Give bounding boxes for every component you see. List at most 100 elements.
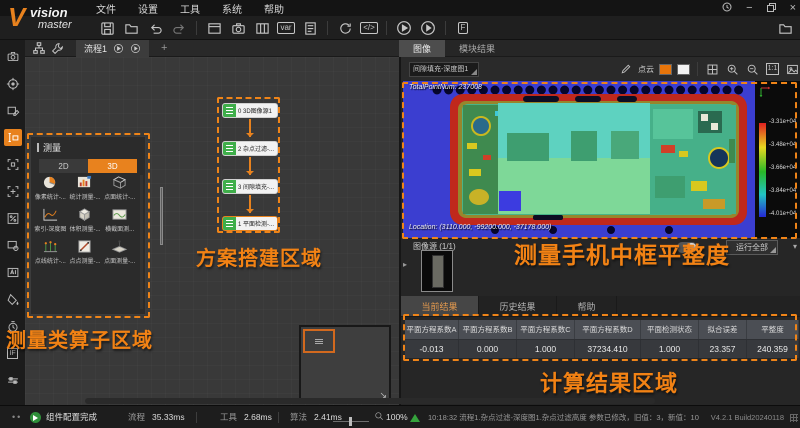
zoom-in-icon[interactable] xyxy=(725,62,740,77)
col-fit-error: 拟合误差 xyxy=(699,320,747,339)
run-all-button[interactable]: 运行全部 xyxy=(726,240,778,255)
page-icon[interactable] xyxy=(301,20,319,36)
node-gap-fill[interactable]: 3 间隙填充-... xyxy=(222,179,278,194)
flow-run-loop-icon[interactable] xyxy=(130,43,141,54)
new-window-icon[interactable] xyxy=(205,20,223,36)
table-data-row[interactable]: -0.013 0.000 1.000 37234.410 1.000 23.35… xyxy=(405,339,799,358)
color-swatch-orange[interactable] xyxy=(659,64,672,75)
one-to-one-icon[interactable]: 1:1 xyxy=(765,62,780,77)
flow-run-icon[interactable] xyxy=(113,43,124,54)
minimap-viewport[interactable] xyxy=(303,329,335,353)
transform-icon[interactable] xyxy=(4,183,22,200)
operator-point-plane-measure[interactable]: 点面测量-... xyxy=(102,239,137,265)
menu-file[interactable]: 文件 xyxy=(96,1,116,16)
minimap[interactable]: ↘ xyxy=(299,325,391,403)
tab-3d[interactable]: 3D xyxy=(88,159,137,173)
run-icon[interactable] xyxy=(395,20,413,36)
locate-focus-icon[interactable] xyxy=(4,156,22,173)
measure-tool-icon[interactable] xyxy=(4,129,22,146)
hierarchy-icon[interactable] xyxy=(30,40,48,56)
menu-tools[interactable]: 工具 xyxy=(180,1,200,16)
node-noise-filter[interactable]: 2 杂点过滤-... xyxy=(222,141,278,156)
timer-icon[interactable] xyxy=(4,318,22,335)
menu-help[interactable]: 帮助 xyxy=(264,1,284,16)
restore-button[interactable] xyxy=(767,0,776,17)
status-dots[interactable]: •• xyxy=(12,412,22,422)
color-fill-icon[interactable] xyxy=(4,291,22,308)
source-thumbnail[interactable] xyxy=(421,250,453,292)
colorbar-label: -3.31e+04 xyxy=(769,119,796,125)
image-source-select[interactable]: 间隙填充-深度图1 xyxy=(409,62,479,77)
node-icon xyxy=(223,216,236,231)
undo-icon[interactable] xyxy=(146,20,164,36)
zoom-slider[interactable] xyxy=(333,421,369,422)
continuous-run-toggle[interactable] xyxy=(677,242,697,253)
flow-tab-bar: 流程1 + xyxy=(25,40,399,57)
operator-cross-section[interactable]: 横截面测... xyxy=(102,207,137,233)
save-icon[interactable] xyxy=(98,20,116,36)
flow-canvas[interactable]: 测量 2D 3D 像素统计-... 统计测量-... 点面统计-... xyxy=(25,57,399,405)
operator-point-surface-stats[interactable]: 点面统计-... xyxy=(102,175,137,201)
variable-icon[interactable]: var xyxy=(277,20,295,36)
tab-2d[interactable]: 2D xyxy=(39,159,88,173)
folder-right-icon[interactable] xyxy=(776,20,794,36)
depth-image-view[interactable]: -3.31e+04 -3.48e+04 -3.66e+04 -3.84e+04 … xyxy=(403,81,800,238)
toolbar-separator xyxy=(445,21,446,35)
pie-chart-icon xyxy=(42,175,59,190)
tab-module-result[interactable]: 模块结果 xyxy=(445,40,509,57)
menu-settings[interactable]: 设置 xyxy=(138,1,158,16)
image-edit-icon[interactable] xyxy=(4,102,22,119)
toolbar-separator xyxy=(196,21,197,35)
redo-icon[interactable] xyxy=(170,20,188,36)
communication-icon[interactable] xyxy=(4,372,22,389)
zoom-magnifier-icon[interactable] xyxy=(374,411,384,423)
camera-tool-icon[interactable] xyxy=(4,48,22,65)
image-source-row: ▸ 图像源 (1/1) 运行全部 ▾ xyxy=(401,238,800,296)
zoom-out-icon[interactable] xyxy=(745,62,760,77)
operator-index-depthmap[interactable]: 索引-深度图 xyxy=(33,207,68,233)
tab-image[interactable]: 图像 xyxy=(399,40,445,57)
close-button[interactable]: × xyxy=(790,1,796,15)
add-flow-button[interactable]: + xyxy=(161,42,167,54)
calibration-target-icon[interactable] xyxy=(4,75,22,92)
image-settings-icon[interactable] xyxy=(4,237,22,254)
tab-help[interactable]: 帮助 xyxy=(557,296,617,316)
logic-if-icon[interactable]: IF xyxy=(4,345,22,362)
horizontal-scrollbar[interactable] xyxy=(85,398,655,404)
menu-system[interactable]: 系统 xyxy=(222,1,242,16)
text-recognition-icon[interactable] xyxy=(4,264,22,281)
color-swatch-white[interactable] xyxy=(677,64,690,75)
camera-icon[interactable] xyxy=(229,20,247,36)
operator-stat-measure[interactable]: 统计测量-... xyxy=(68,175,103,201)
code-icon[interactable]: </> xyxy=(360,20,378,36)
module-list-icon[interactable] xyxy=(253,20,271,36)
logo-v-icon: V xyxy=(8,2,25,32)
status-message[interactable]: 10:18:32 流程1.杂点过滤-深度图1.杂点过滤高度 参数已修改，旧值：3… xyxy=(428,412,699,423)
image-view-icon[interactable] xyxy=(785,62,800,77)
run-continuous-icon[interactable] xyxy=(419,20,437,36)
math-percent-icon[interactable] xyxy=(4,210,22,227)
tab-flow1[interactable]: 流程1 xyxy=(76,40,149,57)
expander-icon[interactable]: ▸ xyxy=(403,260,407,269)
operator-pixel-stats[interactable]: 像素统计-... xyxy=(33,175,68,201)
grid-corner-icon[interactable] xyxy=(790,414,798,422)
col-detect-status: 平面检测状态 xyxy=(641,320,699,339)
operator-point-line-stats[interactable]: 点线统计-... xyxy=(33,239,68,265)
operator-volume-measure[interactable]: 体积测量-... xyxy=(68,207,103,233)
operator-point-point-measure[interactable]: 点点测量-... xyxy=(68,239,103,265)
minimize-button[interactable]: − xyxy=(746,1,752,15)
tab-history-result[interactable]: 历史结果 xyxy=(479,296,557,316)
pencil-icon[interactable] xyxy=(618,62,633,77)
flow1-label: 流程1 xyxy=(84,42,107,55)
clock-icon[interactable] xyxy=(722,0,732,17)
wrench-icon[interactable] xyxy=(48,40,66,56)
node-3d-image-source[interactable]: 0 3D图像源1 xyxy=(222,103,278,118)
tab-current-result[interactable]: 当前结果 xyxy=(401,296,479,316)
open-folder-icon[interactable] xyxy=(122,20,140,36)
node-plane-detect[interactable]: 1 平面检测-... xyxy=(222,216,278,231)
chevron-down-icon[interactable]: ▾ xyxy=(793,242,797,251)
frame-f-icon[interactable]: F xyxy=(454,20,472,36)
sync-icon[interactable] xyxy=(336,20,354,36)
operator-scrollbar[interactable] xyxy=(140,175,143,309)
fit-view-icon[interactable] xyxy=(705,62,720,77)
